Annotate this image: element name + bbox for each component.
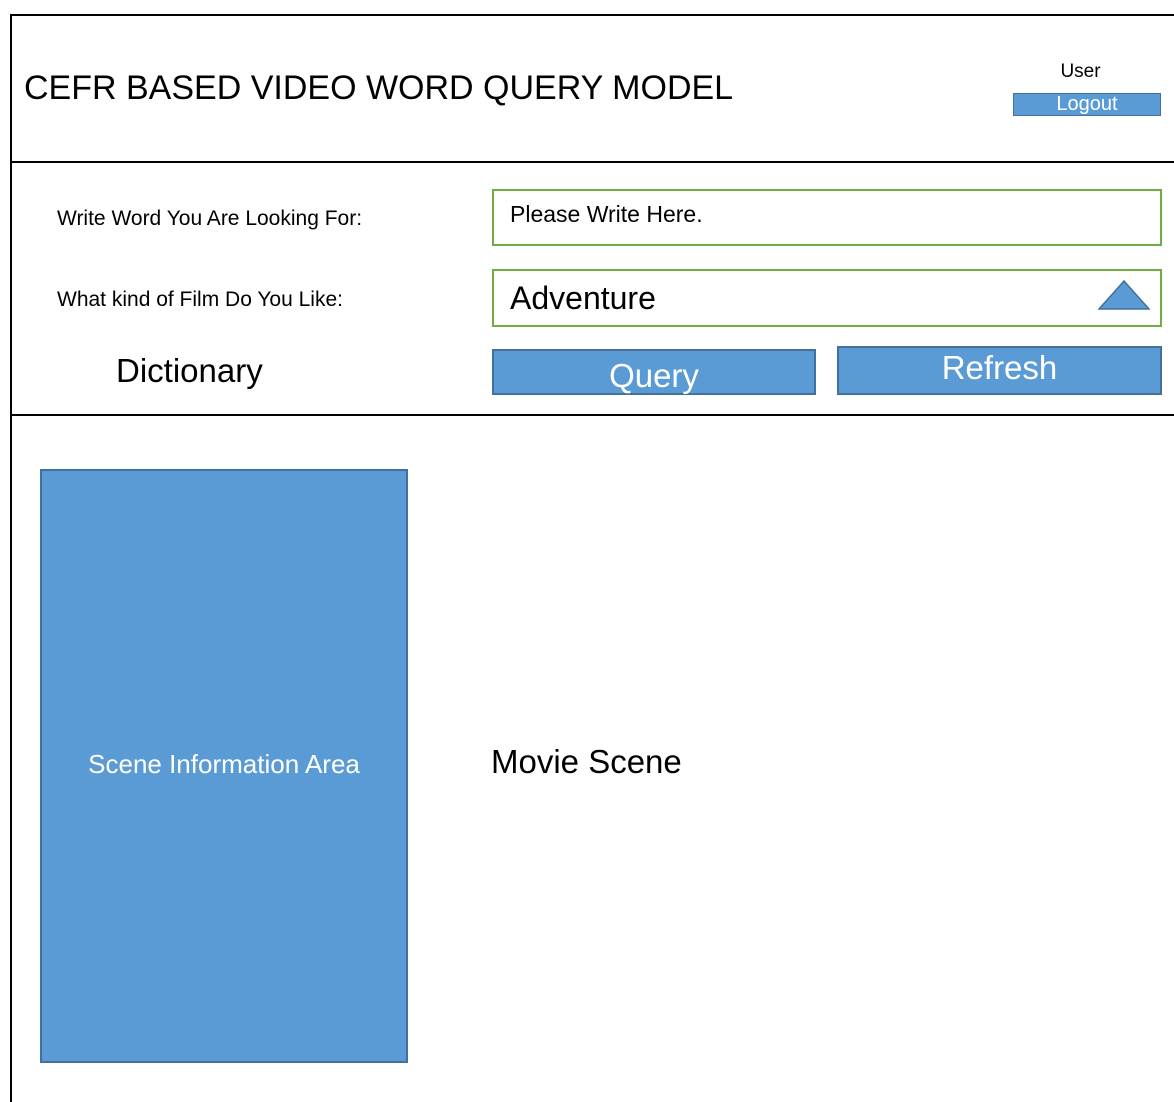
refresh-button[interactable]: Refresh	[837, 346, 1162, 395]
scene-information-area: Scene Information Area	[40, 469, 408, 1063]
dictionary-link[interactable]: Dictionary	[116, 351, 263, 391]
logout-button[interactable]: Logout	[1013, 93, 1161, 116]
word-label: Write Word You Are Looking For:	[57, 207, 363, 230]
form-divider	[10, 414, 1174, 416]
page-title: CEFR BASED VIDEO WORD QUERY MODEL	[24, 69, 734, 107]
film-genre-select[interactable]: Adventure	[492, 269, 1162, 327]
movie-scene-label: Movie Scene	[491, 743, 682, 780]
film-genre-value: Adventure	[510, 280, 656, 316]
word-search-input[interactable]	[492, 189, 1162, 246]
query-button[interactable]: Query	[492, 349, 816, 395]
header-divider	[10, 161, 1174, 163]
user-label: User	[1060, 61, 1101, 82]
triangle-up-icon[interactable]	[1098, 280, 1150, 310]
scene-information-label: Scene Information Area	[88, 748, 360, 779]
film-label: What kind of Film Do You Like:	[57, 288, 343, 311]
